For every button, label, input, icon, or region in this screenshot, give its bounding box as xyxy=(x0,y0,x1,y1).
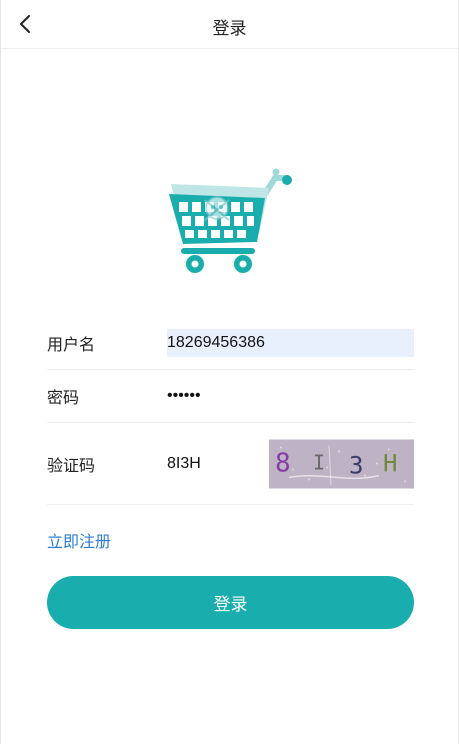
password-row: 密码 xyxy=(47,370,414,423)
username-input[interactable] xyxy=(167,329,414,357)
captcha-image[interactable]: 8 I 3 H xyxy=(269,439,414,488)
svg-text:8: 8 xyxy=(275,448,291,478)
svg-text:3: 3 xyxy=(349,451,363,479)
login-button[interactable]: 登录 xyxy=(47,576,414,629)
password-label: 密码 xyxy=(47,390,80,407)
page-title: 登录 xyxy=(212,19,247,38)
register-link[interactable]: 立即注册 xyxy=(47,528,111,552)
password-input[interactable] xyxy=(167,382,414,410)
nav-bar: 登录 xyxy=(1,0,458,49)
username-label: 用户名 xyxy=(47,337,96,354)
captcha-label: 验证码 xyxy=(47,457,96,475)
username-row: 用户名 xyxy=(47,317,414,370)
captcha-row: 验证码 8 I 3 H xyxy=(47,423,414,505)
svg-text:H: H xyxy=(383,449,397,477)
svg-text:I: I xyxy=(313,450,325,474)
captcha-input[interactable] xyxy=(167,449,267,478)
shopping-cart-icon xyxy=(165,164,295,280)
login-page: 登录 用户名 18269456386 密码 验证码 8I3H 8 I 3 H 立… xyxy=(0,0,459,744)
